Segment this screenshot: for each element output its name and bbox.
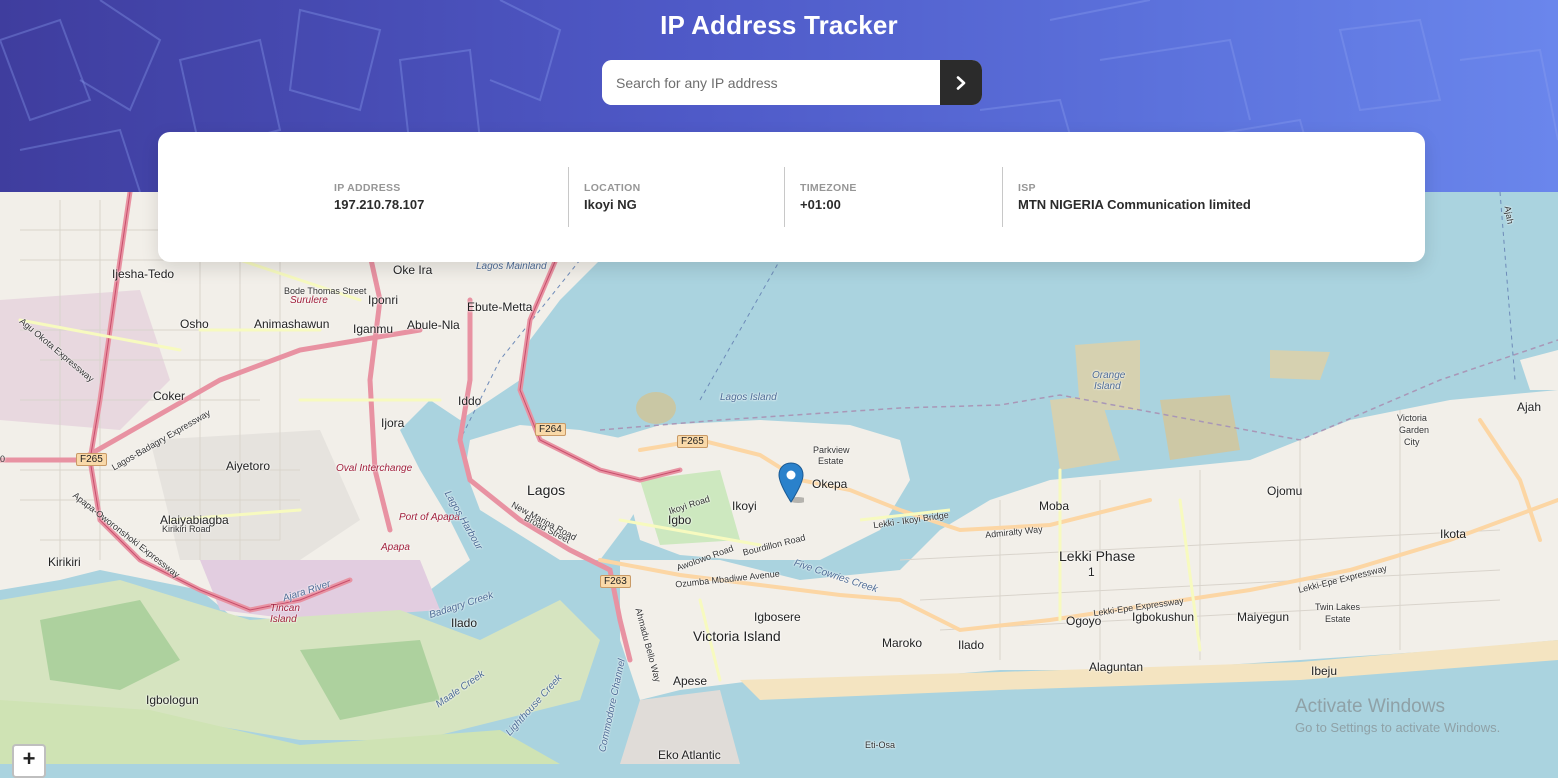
map-label: Oval Interchange	[336, 463, 413, 474]
map-label: Garden	[1399, 425, 1430, 435]
map-label: Ebute-Metta	[467, 300, 533, 314]
map-label: Abule-Nla	[407, 318, 460, 332]
location-value: Ikoyi NG	[584, 197, 637, 212]
map-label: Ijora	[381, 416, 405, 430]
map-label: Twin Lakes	[1315, 602, 1361, 612]
map-label: Lekki Phase	[1059, 548, 1136, 564]
map-label: Maroko	[882, 636, 923, 650]
map-label: Ajah	[1517, 400, 1542, 414]
map-label: Iponri	[368, 293, 399, 307]
map-label: Okepa	[812, 477, 848, 491]
map-label: Moba	[1039, 499, 1070, 513]
chevron-right-icon	[956, 75, 966, 90]
map-label: Iganmu	[353, 322, 394, 336]
location-stat: Location Ikoyi NG	[584, 182, 640, 212]
map-label: Maiyegun	[1237, 610, 1290, 624]
map-label: Oke Ira	[393, 263, 433, 277]
stat-label: ISP	[1018, 182, 1036, 194]
timezone-stat: Timezone +01:00	[800, 182, 857, 212]
map-label: Apapa	[381, 542, 410, 553]
isp-value: MTN NIGERIA Communication limited	[1018, 197, 1251, 212]
map-label: Coker	[153, 389, 186, 403]
divider	[568, 167, 569, 227]
divider	[784, 167, 785, 227]
map-label: Igbosere	[754, 610, 801, 624]
map-label: Apese	[673, 674, 708, 688]
map-label: Ikoyi	[732, 499, 757, 513]
map-label: Kirikiri	[48, 555, 81, 569]
map-label: Aiyetoro	[226, 459, 271, 473]
search-submit-button[interactable]	[940, 60, 982, 105]
ip-info-card: IP Address 197.210.78.107 Location Ikoyi…	[158, 132, 1425, 262]
watermark-subtitle: Go to Settings to activate Windows.	[1295, 720, 1501, 735]
road-shield: F265	[76, 453, 107, 466]
divider	[1002, 167, 1003, 227]
ip-search-input[interactable]	[602, 60, 940, 105]
map-label: Igbokushun	[1132, 610, 1195, 624]
map-label: Lagos	[527, 482, 566, 498]
map-label: Tincan	[270, 603, 300, 614]
isp-stat: ISP MTN NIGERIA Communication limited	[1018, 182, 1251, 212]
search-bar	[602, 60, 982, 105]
ip-address-value: 197.210.78.107	[334, 197, 425, 212]
map-label: Ilado	[451, 616, 478, 630]
road-shield: F263	[600, 575, 631, 588]
map-label: Eko Atlantic	[658, 748, 721, 762]
map-label: Island	[1094, 381, 1121, 392]
map-label: 1	[1088, 565, 1095, 579]
watermark-title: Activate Windows	[1295, 696, 1445, 717]
map-label: Victoria	[1397, 413, 1427, 423]
map-label: Port of Apapa	[399, 512, 460, 523]
map-label: Ijesha-Tedo	[112, 267, 175, 281]
timezone-value: +01:00	[800, 197, 841, 212]
location-pin-icon[interactable]	[778, 462, 807, 509]
map-label: Alaguntan	[1089, 660, 1144, 674]
map-label: Animashawun	[254, 317, 330, 331]
road-shield: F264	[535, 423, 566, 436]
map-label: Lagos Island	[720, 392, 777, 403]
map-label: Parkview	[813, 445, 850, 455]
windows-activation-watermark: Activate Windows Go to Settings to activ…	[1295, 696, 1500, 735]
map-label: Estate	[818, 456, 844, 466]
map-label: Ikota	[1440, 527, 1467, 541]
map-label: Island	[270, 614, 297, 625]
zoom-in-button[interactable]: +	[12, 744, 46, 778]
map-label: Igbologun	[146, 693, 199, 707]
map-label: Ojomu	[1267, 484, 1303, 498]
map-label: Osho	[180, 317, 209, 331]
stat-label: IP Address	[334, 182, 401, 194]
map-label: Victoria Island	[693, 628, 781, 644]
map-label: Lagos Mainland	[476, 261, 547, 272]
stat-label: Location	[584, 182, 641, 194]
page-title: IP Address Tracker	[660, 10, 898, 40]
map-label: City	[1404, 437, 1420, 447]
map-label: 0	[0, 454, 6, 464]
stat-label: Timezone	[800, 182, 857, 194]
road-shield: F265	[677, 435, 708, 448]
ip-address-stat: IP Address 197.210.78.107	[334, 182, 424, 212]
map-label: Iddo	[458, 394, 482, 408]
map-label: Ibeju	[1311, 664, 1338, 678]
map-label: Estate	[1325, 614, 1351, 624]
map-label: Kirikiri Road	[162, 524, 211, 534]
map-label: Surulere	[290, 295, 328, 306]
map-label: Orange	[1092, 370, 1126, 381]
map-label: Eti-Osa	[865, 740, 896, 750]
map-label: Ilado	[958, 638, 985, 652]
